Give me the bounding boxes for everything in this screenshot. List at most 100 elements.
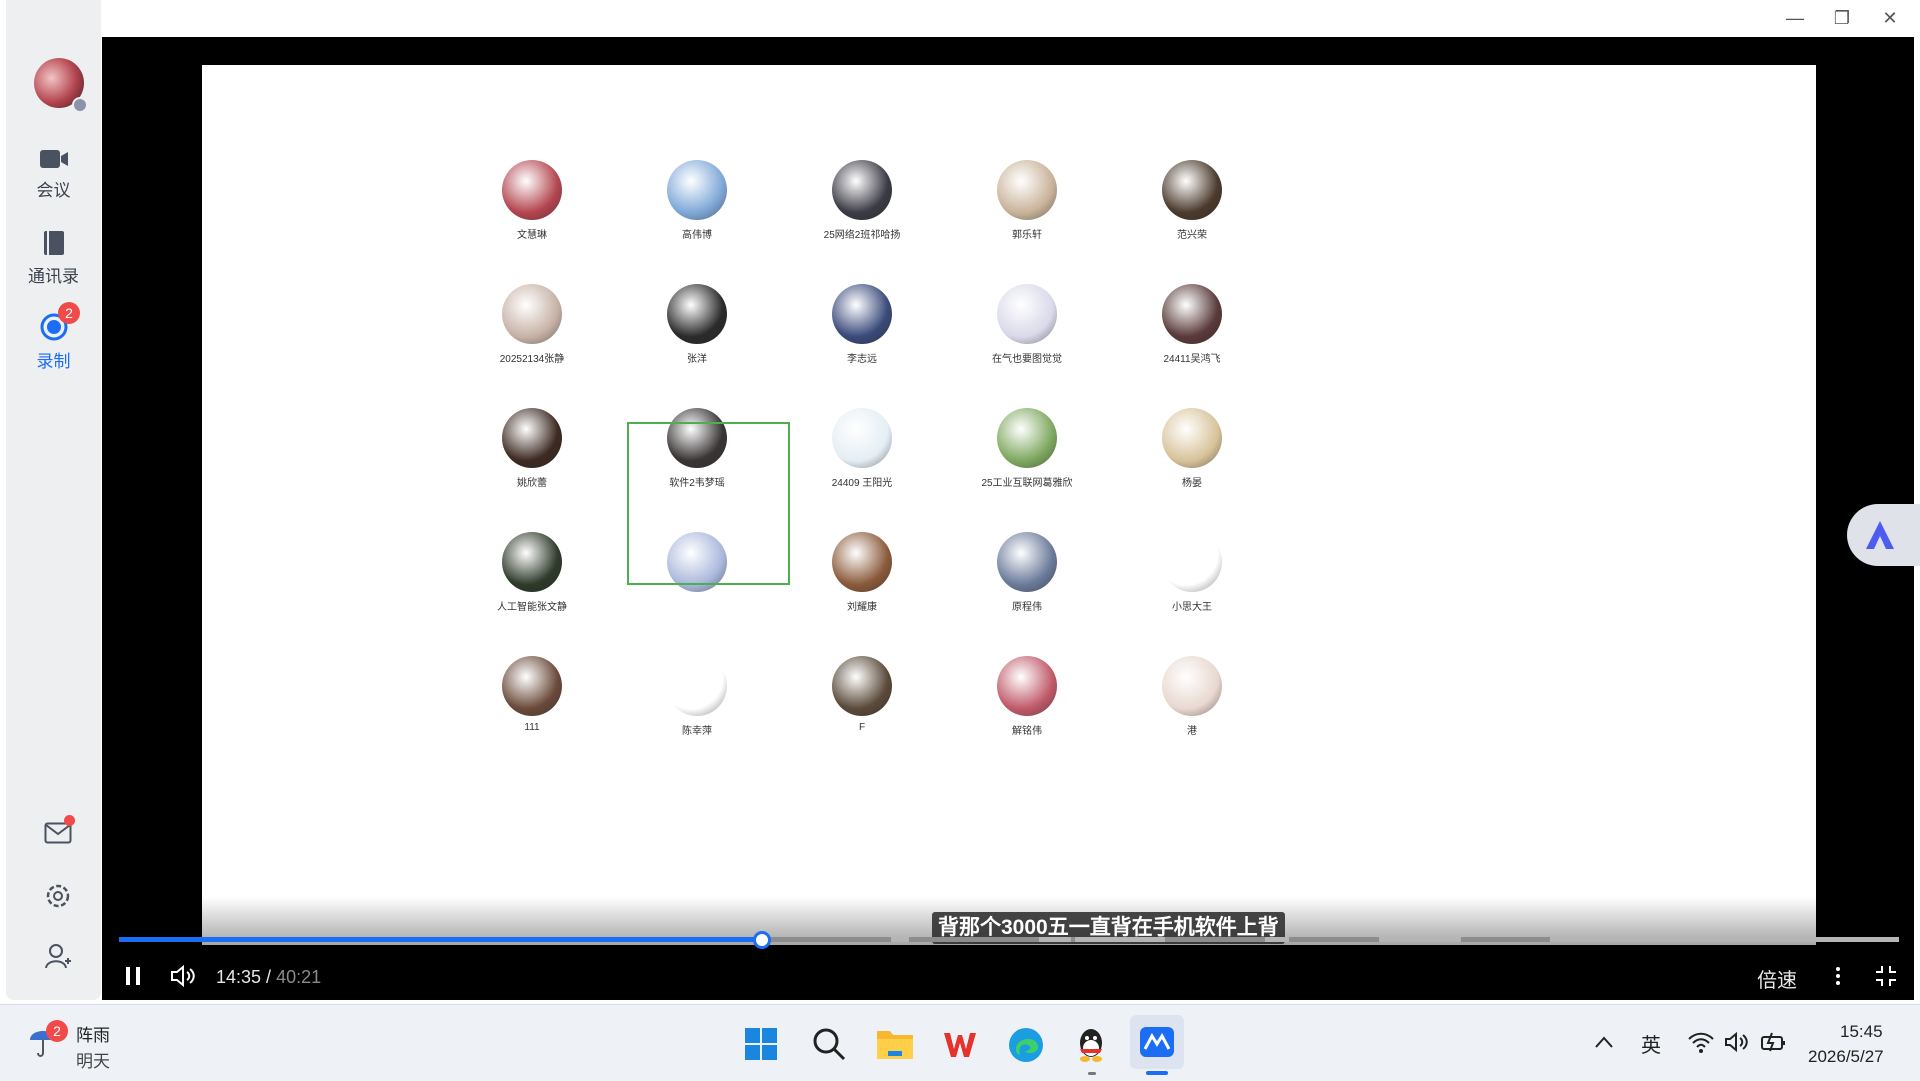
windows-start-icon[interactable]	[744, 1027, 778, 1061]
minimize-button[interactable]: —	[1775, 4, 1815, 32]
participant-avatar	[997, 532, 1057, 592]
participant-tile: 解铭伟	[957, 656, 1097, 737]
playback-speed-button[interactable]: 倍速	[1757, 964, 1797, 993]
clock-time[interactable]: 15:45	[1840, 1022, 1883, 1042]
participant-name: 25网络2班祁哈扬	[823, 230, 901, 241]
more-options-icon[interactable]	[1834, 965, 1842, 987]
participant-avatar	[997, 160, 1057, 220]
participant-name: 24411吴鸿飞	[1163, 354, 1221, 365]
wifi-icon[interactable]	[1688, 1031, 1714, 1053]
progress-bar[interactable]	[119, 931, 1899, 949]
progress-segment	[891, 937, 909, 942]
participant-avatar	[1162, 408, 1222, 468]
participant-tile: 25网络2班祁哈扬	[792, 160, 932, 241]
status-dot	[72, 97, 88, 113]
participant-name: 人工智能张文静	[497, 602, 567, 613]
sidebar-item-recording[interactable]: 录制	[6, 313, 101, 372]
participant-name: 20252134张静	[499, 354, 565, 365]
sidebar-item-meeting[interactable]: 会议	[6, 148, 101, 201]
tencent-meeting-icon	[1140, 1027, 1174, 1057]
participant-tile: 郭乐轩	[957, 160, 1097, 241]
recorded-meeting-frame: 文慧琳 高伟博 25网络2班祁哈扬 郭乐轩 范兴荣 20252134张静 张洋 李志远 在气也要…	[202, 65, 1816, 945]
participant-name: 范兴荣	[1177, 230, 1207, 241]
participant-tile: 杨晏	[1122, 408, 1262, 489]
participant-avatar	[832, 532, 892, 592]
user-switch-icon[interactable]	[44, 942, 72, 970]
participant-avatar	[667, 284, 727, 344]
qq-icon[interactable]	[1074, 1027, 1108, 1063]
participant-tile: 陈幸萍	[627, 656, 767, 737]
restore-button[interactable]: ❐	[1822, 4, 1862, 32]
recording-badge: 2	[58, 302, 80, 324]
participant-avatar	[667, 160, 727, 220]
participant-avatar	[832, 284, 892, 344]
participant-name: 刘耀康	[847, 602, 877, 613]
contacts-book-icon	[43, 231, 64, 255]
participant-name: 25工业互联网葛雅欣	[981, 478, 1073, 489]
participant-tile: 港	[1122, 656, 1262, 737]
participant-avatar	[1162, 284, 1222, 344]
progress-segment	[1039, 937, 1071, 942]
participant-avatar	[1162, 656, 1222, 716]
participant-name: 在气也要图觉觉	[992, 354, 1062, 365]
participant-name: 原程伟	[1012, 602, 1042, 613]
participant-tile: 高伟博	[627, 160, 767, 241]
participant-tile: 25工业互联网葛雅欣	[957, 408, 1097, 489]
current-time: 14:35	[216, 967, 262, 987]
progress-segment	[1075, 937, 1165, 942]
participant-tile: 人工智能张文静	[462, 532, 602, 613]
weather-badge: 2	[46, 1020, 68, 1042]
volume-icon[interactable]	[170, 964, 196, 988]
video-player[interactable]: 文慧琳 高伟博 25网络2班祁哈扬 郭乐轩 范兴荣 20252134张静 张洋 李志远 在气也要…	[102, 37, 1914, 1000]
settings-icon[interactable]	[44, 882, 72, 910]
participant-avatar	[997, 656, 1057, 716]
speaker-icon[interactable]	[1724, 1031, 1750, 1053]
video-camera-icon	[39, 150, 68, 168]
exit-fullscreen-icon[interactable]	[1874, 964, 1898, 988]
participant-tile: 小思大王	[1122, 532, 1262, 613]
participant-tile: 姚欣蕾	[462, 408, 602, 489]
sidebar-item-contacts[interactable]: 通讯录	[6, 230, 101, 287]
participant-avatar	[1162, 532, 1222, 592]
participant-name: 陈幸萍	[682, 726, 712, 737]
participant-tile: 范兴荣	[1122, 160, 1262, 241]
tencent-meeting-taskbar-button[interactable]	[1130, 1015, 1184, 1069]
progress-thumb[interactable]	[753, 931, 771, 949]
participant-avatar	[832, 656, 892, 716]
participant-tile: 文慧琳	[462, 160, 602, 241]
playback-time: 14:35 / 40:21	[216, 967, 321, 988]
meeting-app-window: 会议 通讯录 录制 2 — ❐ ✕ 文慧琳 高伟博 25网络2班祁哈扬 郭乐轩 范兴荣 2…	[0, 0, 1920, 1004]
ai-assistant-button[interactable]	[1847, 504, 1920, 566]
mail-unread-dot	[64, 815, 75, 826]
weather-condition[interactable]: 阵雨	[76, 1021, 110, 1046]
participant-name: 港	[1187, 726, 1197, 737]
participant-name: 111	[524, 722, 540, 733]
participant-avatar	[502, 160, 562, 220]
participant-avatar	[667, 656, 727, 716]
participant-name: 解铭伟	[1012, 726, 1042, 737]
file-explorer-icon[interactable]	[876, 1027, 914, 1061]
participant-tile: 24411吴鸿飞	[1122, 284, 1262, 365]
participant-tile: 刘耀康	[792, 532, 932, 613]
progress-segment	[1379, 937, 1461, 942]
battery-charging-icon[interactable]	[1760, 1031, 1788, 1053]
chevron-up-icon[interactable]	[1594, 1035, 1614, 1049]
close-button[interactable]: ✕	[1870, 4, 1910, 32]
participant-avatar	[997, 284, 1057, 344]
input-method-indicator[interactable]: 英	[1641, 1029, 1661, 1058]
edge-icon[interactable]	[1008, 1027, 1044, 1063]
participant-tile: 李志远	[792, 284, 932, 365]
clock-date[interactable]: 2026/5/27	[1808, 1047, 1884, 1067]
time-separator: /	[261, 967, 277, 987]
search-icon[interactable]	[812, 1027, 846, 1061]
participant-avatar	[997, 408, 1057, 468]
running-indicator	[1088, 1072, 1096, 1075]
participant-tile: F	[792, 656, 932, 733]
wps-icon[interactable]	[942, 1027, 978, 1061]
participant-avatar	[1162, 160, 1222, 220]
participant-avatar	[502, 284, 562, 344]
sidebar: 会议 通讯录 录制 2	[6, 0, 101, 1000]
pause-icon[interactable]	[124, 965, 142, 987]
windows-taskbar: 2 阵雨 明天 英 15:45 2026/5/27	[0, 1004, 1920, 1081]
participant-avatar	[502, 532, 562, 592]
